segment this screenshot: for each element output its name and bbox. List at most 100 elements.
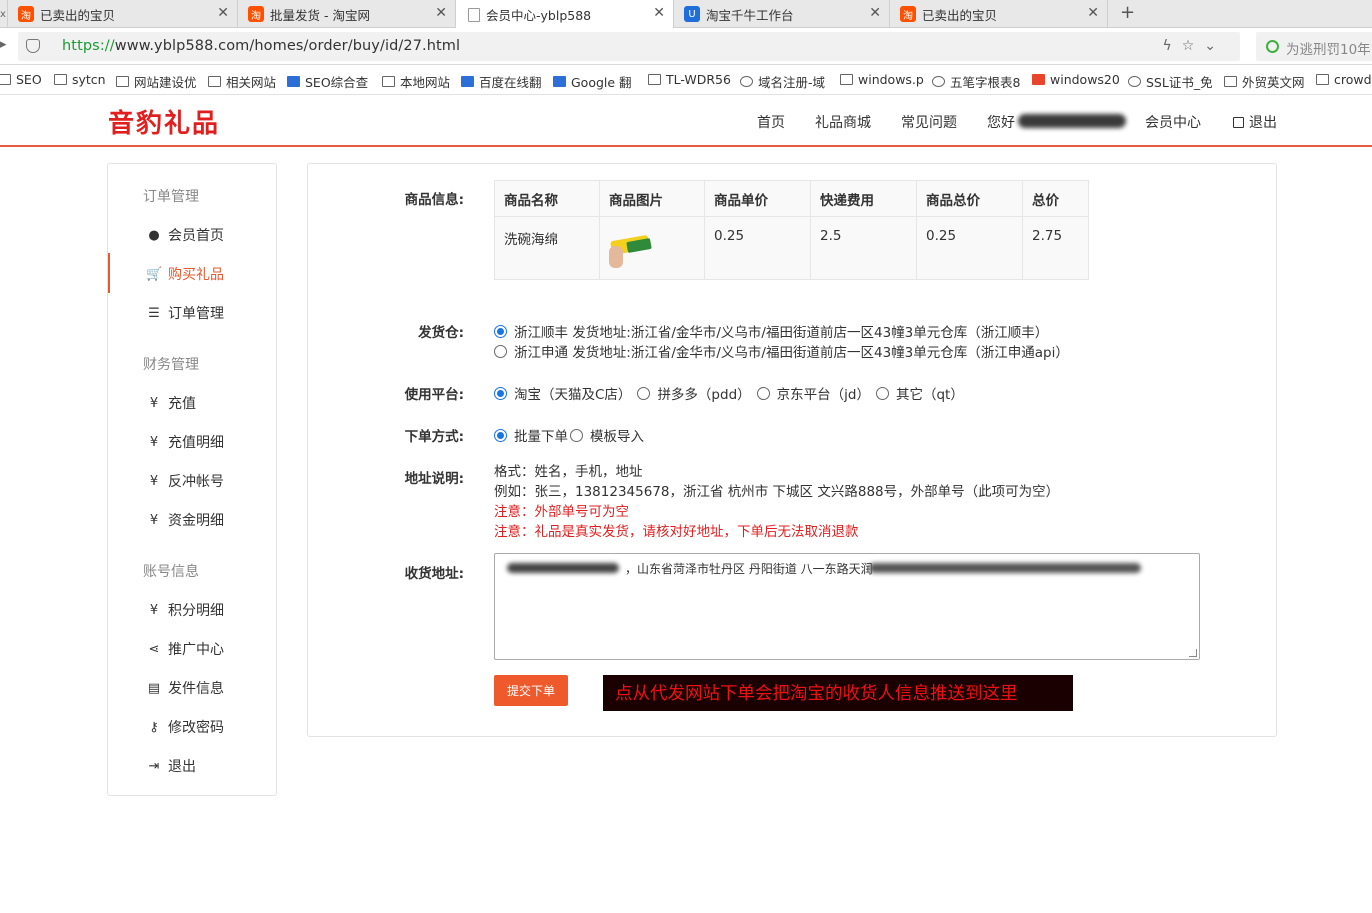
taobao-icon: 淘 bbox=[18, 6, 34, 22]
tab-scroll-left[interactable]: x bbox=[0, 0, 8, 28]
redacted-address-detail bbox=[869, 563, 1141, 573]
bookmark-item[interactable]: 外贸英文网 bbox=[1224, 72, 1305, 91]
address-example-text: 例如：张三，13812345678，浙江省 杭州市 下城区 文兴路888号，外部… bbox=[494, 484, 1060, 500]
username-redacted bbox=[1018, 114, 1126, 128]
sidebar-item-fund-detail[interactable]: ¥ 资金明细 bbox=[146, 510, 276, 530]
platform-option-taobao[interactable]: 淘宝（天猫及C店） bbox=[494, 383, 631, 403]
tab-sold-items-1[interactable]: 淘 已卖出的宝贝 ✕ bbox=[8, 0, 238, 28]
id-card-icon: ▤ bbox=[147, 680, 161, 696]
warehouse-option-sf[interactable]: 浙江顺丰 发货地址:浙江省/金华市/义乌市/福田街道前店一区43幢3单元仓库（浙… bbox=[494, 321, 1048, 341]
sidebar-item-recharge-detail[interactable]: ¥ 充值明细 bbox=[146, 432, 276, 452]
radio-unchecked[interactable] bbox=[875, 386, 889, 400]
bookmark-item[interactable]: SEO综合查 bbox=[287, 72, 368, 91]
yen-icon: ¥ bbox=[149, 512, 159, 528]
tab-qianniu[interactable]: U 淘宝千牛工作台 ✕ bbox=[674, 0, 890, 28]
radio-unchecked[interactable] bbox=[570, 428, 583, 442]
platform-option-other[interactable]: 其它（qt） bbox=[875, 383, 964, 403]
radio-unchecked[interactable] bbox=[756, 386, 770, 400]
close-icon[interactable]: ✕ bbox=[1087, 5, 1099, 21]
nav-gift-mall[interactable]: 礼品商城 bbox=[815, 112, 871, 132]
tab-title: 批量发货 - 淘宝网 bbox=[270, 7, 370, 23]
nav-logout-label: 退出 bbox=[1249, 115, 1277, 131]
address-bar: ▸ https://www.yblp588.com/homes/order/bu… bbox=[0, 28, 1372, 65]
sidebar-item-recharge[interactable]: ¥ 充值 bbox=[146, 393, 276, 413]
nav-logout[interactable]: 退出 bbox=[1233, 112, 1277, 132]
order-method-batch[interactable]: 批量下单 bbox=[494, 425, 568, 445]
nav-faq[interactable]: 常见问题 bbox=[901, 112, 957, 132]
site-logo[interactable]: 音豹礼品 bbox=[108, 103, 220, 140]
warning-external-order: 注意：外部单号可为空 bbox=[494, 504, 629, 520]
order-method-template[interactable]: 模板导入 bbox=[570, 425, 644, 445]
chevron-down-icon[interactable]: ⌄ bbox=[1204, 38, 1226, 54]
col-header-image: 商品图片 bbox=[599, 180, 705, 217]
sidebar: 订单管理 ● 会员首页 🛒 购买礼品 ☰ 订单管理 财务管理 ¥ 充值 ¥ 充值明细 ¥ 反… bbox=[107, 163, 277, 796]
page-icon bbox=[648, 74, 661, 85]
sidebar-group-finance: 财务管理 bbox=[143, 357, 199, 373]
cell-product-name: 洗碗海绵 bbox=[494, 216, 600, 280]
bookmark-item[interactable]: SSL证书_免 bbox=[1128, 72, 1213, 91]
sidebar-item-promotion[interactable]: ⋖ 推广中心 bbox=[146, 639, 276, 659]
bookmark-item[interactable]: 百度在线翻 bbox=[461, 72, 542, 91]
radio-unchecked[interactable] bbox=[637, 386, 651, 400]
tab-title: 已卖出的宝贝 bbox=[40, 7, 116, 23]
tab-member-center[interactable]: 会员中心-yblp588 ✕ bbox=[456, 0, 674, 29]
nav-home[interactable]: 首页 bbox=[757, 112, 785, 132]
star-icon[interactable]: ☆ bbox=[1182, 38, 1205, 54]
close-icon[interactable]: ✕ bbox=[217, 5, 229, 21]
windows-site-icon bbox=[1032, 74, 1045, 85]
tab-sold-items-2[interactable]: 淘 已卖出的宝贝 ✕ bbox=[890, 0, 1108, 28]
bookmark-item[interactable]: sytcn bbox=[54, 72, 106, 87]
bookmark-item[interactable]: TL-WDR56 bbox=[648, 72, 731, 87]
close-icon[interactable]: ✕ bbox=[653, 5, 665, 21]
col-header-name: 商品名称 bbox=[494, 180, 600, 217]
close-icon[interactable]: ✕ bbox=[435, 5, 447, 21]
bookmark-item[interactable]: crowd bbox=[1316, 72, 1372, 87]
page-icon bbox=[1224, 76, 1237, 87]
new-tab-button[interactable]: + bbox=[1120, 2, 1135, 23]
sidebar-item-member-home[interactable]: ● 会员首页 bbox=[146, 225, 276, 245]
radio-unchecked[interactable] bbox=[494, 344, 507, 358]
sidebar-item-points-detail[interactable]: ¥ 积分明细 bbox=[146, 600, 276, 620]
col-header-total: 总价 bbox=[1022, 180, 1089, 217]
sidebar-item-reverse-account[interactable]: ¥ 反冲帐号 bbox=[146, 471, 276, 491]
warehouse-option-sto[interactable]: 浙江申通 发货地址:浙江省/金华市/义乌市/福田街道前店一区43幢3单元仓库（浙… bbox=[494, 341, 1069, 361]
resize-handle[interactable] bbox=[1189, 649, 1197, 657]
address-textarea[interactable]: ，山东省菏泽市牡丹区 丹阳街道 八一东路天润 bbox=[494, 553, 1200, 660]
close-icon[interactable]: ✕ bbox=[869, 5, 881, 21]
lightning-icon[interactable]: ϟ bbox=[1162, 38, 1181, 54]
site-header: 音豹礼品 首页 礼品商城 常见问题 您好 会员中心 退出 bbox=[0, 95, 1372, 147]
bookmark-item[interactable]: 相关网站 bbox=[208, 72, 276, 91]
bookmark-item[interactable]: windows20 bbox=[1032, 72, 1120, 87]
sidebar-item-order-management[interactable]: ☰ 订单管理 bbox=[146, 303, 276, 323]
yen-icon: ¥ bbox=[149, 395, 159, 411]
label-address-note: 地址说明: bbox=[404, 471, 464, 487]
radio-checked[interactable] bbox=[494, 428, 507, 442]
sidebar-item-sender-info[interactable]: ▤ 发件信息 bbox=[146, 678, 276, 698]
sidebar-item-change-password[interactable]: ⚷ 修改密码 bbox=[146, 717, 276, 737]
bookmark-item[interactable]: windows.p bbox=[840, 72, 924, 87]
bookmark-item[interactable]: 五笔字根表8 bbox=[932, 72, 1020, 91]
radio-checked[interactable] bbox=[494, 324, 507, 338]
bookmark-item[interactable]: 本地网站 bbox=[382, 72, 450, 91]
warning-real-shipping: 注意：礼品是真实发货，请核对好地址，下单后无法取消退款 bbox=[494, 524, 859, 540]
platform-option-jd[interactable]: 京东平台（jd） bbox=[756, 383, 870, 403]
tab-batch-ship[interactable]: 淘 批量发货 - 淘宝网 ✕ bbox=[238, 0, 456, 28]
url-actions[interactable]: ϟ☆⌄ bbox=[1162, 38, 1226, 54]
bookmark-item[interactable]: 网站建设优 bbox=[116, 72, 197, 91]
bookmark-item[interactable]: 域名注册-域 bbox=[740, 72, 825, 91]
bookmark-item[interactable]: Google 翻 bbox=[553, 72, 632, 91]
search-input[interactable]: 为逃刑罚10年 bbox=[1256, 32, 1372, 61]
translate-icon bbox=[461, 76, 474, 87]
submit-order-button[interactable]: 提交下单 bbox=[494, 675, 568, 706]
sidebar-item-logout[interactable]: ⇥ 退出 bbox=[146, 756, 276, 776]
annotation-overlay: 点从代发网站下单会把淘宝的收货人信息推送到这里 bbox=[603, 675, 1073, 711]
nav-member-center[interactable]: 会员中心 bbox=[1145, 112, 1201, 132]
bookmark-item[interactable]: SEO bbox=[0, 72, 42, 87]
taobao-icon: 淘 bbox=[248, 6, 264, 22]
url-input[interactable]: https://www.yblp588.com/homes/order/buy/… bbox=[18, 32, 1240, 61]
back-icon[interactable]: ▸ bbox=[0, 37, 7, 52]
sidebar-item-buy-gift[interactable]: 🛒 购买礼品 bbox=[146, 264, 276, 284]
product-image[interactable] bbox=[609, 226, 655, 270]
radio-checked[interactable] bbox=[494, 386, 507, 400]
platform-option-pdd[interactable]: 拼多多（pdd） bbox=[637, 383, 751, 403]
